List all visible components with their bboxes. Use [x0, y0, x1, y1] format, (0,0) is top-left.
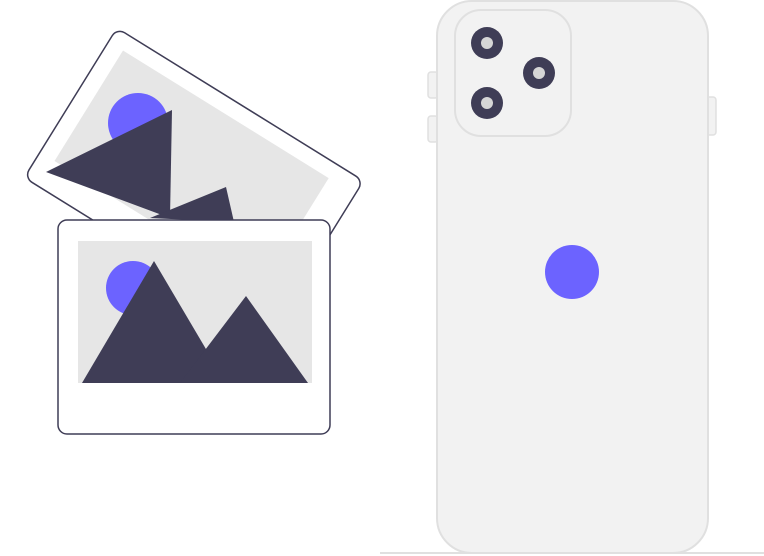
camera-lens-top-icon — [471, 27, 503, 59]
camera-lens-right-icon — [523, 57, 555, 89]
camera-lens-bottom-icon — [471, 87, 503, 119]
illustration-svg — [26, 0, 764, 554]
illustration-canvas — [0, 0, 764, 556]
phone — [427, 0, 717, 554]
phone-logo-dot-icon — [545, 245, 599, 299]
photo-front — [57, 219, 331, 435]
